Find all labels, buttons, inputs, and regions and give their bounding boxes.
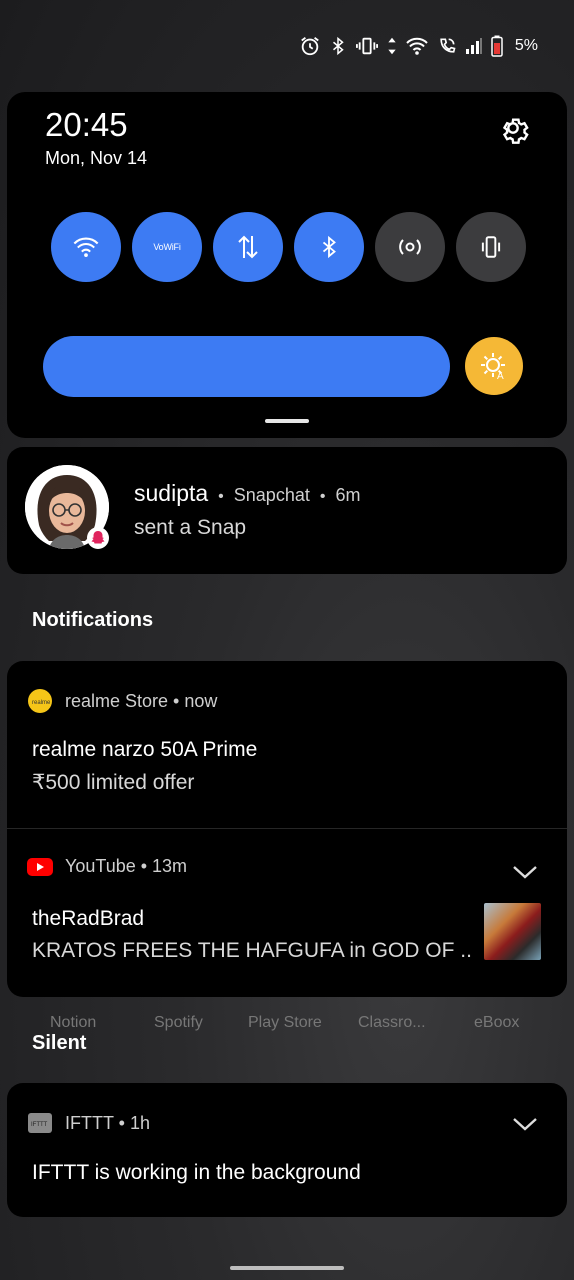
- app-name: Snapchat: [233, 485, 310, 505]
- status-bar: 5%: [299, 30, 538, 62]
- data-arrows-icon: [238, 235, 258, 259]
- bluetooth-icon: [332, 36, 344, 56]
- gesture-nav-bar[interactable]: [230, 1266, 344, 1270]
- ifttt-notification[interactable]: IFTTT IFTTT • 1h IFTTT is working in the…: [7, 1083, 567, 1217]
- notifications-section-label: Notifications: [32, 609, 154, 631]
- app-header-text: YouTube • 13m: [65, 856, 188, 876]
- dock-label: Classro...: [358, 1014, 426, 1031]
- vibrate-icon: [355, 37, 378, 55]
- app-header-text: IFTTT • 1h: [65, 1112, 150, 1133]
- battery-low-icon: [491, 35, 503, 57]
- tile-vibrate[interactable]: [456, 212, 526, 282]
- video-thumbnail: [484, 903, 541, 960]
- notification-title: IFTTT is working in the background: [32, 1161, 361, 1184]
- dock-label: Play Store: [248, 1014, 322, 1031]
- realme-store-icon: realme: [28, 689, 52, 713]
- clock[interactable]: 20:45: [45, 106, 128, 144]
- auto-brightness-icon: A: [481, 353, 505, 382]
- notification-header: realme realme Store • now: [27, 688, 217, 714]
- notification-time: 6m: [335, 485, 361, 505]
- silent-section-label: Silent: [32, 1032, 87, 1054]
- bluetooth-icon: [322, 235, 336, 259]
- notification-title: theRadBrad: [32, 907, 145, 930]
- app-header-text: realme Store • now: [65, 690, 218, 711]
- tile-bluetooth[interactable]: [294, 212, 364, 282]
- separator-dot: •: [319, 488, 326, 505]
- svg-text:A: A: [497, 371, 504, 382]
- ifttt-icon: IFTTT: [28, 1113, 52, 1133]
- drag-handle[interactable]: [265, 419, 309, 423]
- notification-text: ₹500 limited offer: [32, 771, 195, 794]
- snapchat-badge: [87, 527, 109, 549]
- chevron-down-icon[interactable]: [511, 862, 539, 882]
- dock-label: Spotify: [154, 1014, 203, 1031]
- realme-store-notification[interactable]: realme realme Store • now realme narzo 5…: [7, 661, 567, 828]
- tile-hotspot[interactable]: [375, 212, 445, 282]
- dock-label: eBoox: [474, 1014, 520, 1031]
- notifications-group: realme realme Store • now realme narzo 5…: [7, 661, 567, 997]
- data-arrows-icon: [388, 37, 396, 55]
- snapchat-ghost-icon: [91, 531, 105, 544]
- snap-message: sent a Snap: [134, 516, 247, 539]
- sender-name: sudipta: [134, 480, 209, 506]
- hotspot-icon: [399, 239, 421, 255]
- battery-percent: 5%: [514, 37, 538, 54]
- snapchat-notification[interactable]: sudipta • Snapchat • 6m sent a Snap: [7, 447, 567, 574]
- separator-dot: •: [218, 488, 224, 505]
- date[interactable]: Mon, Nov 14: [45, 148, 147, 169]
- snap-header: sudipta • Snapchat • 6m: [134, 480, 360, 507]
- brightness-slider[interactable]: [43, 336, 450, 397]
- dock-label: Notion: [50, 1014, 97, 1031]
- youtube-notification[interactable]: YouTube • 13m theRadBrad KRATOS FREES TH…: [7, 829, 567, 997]
- alarm-icon: [301, 37, 319, 56]
- vowifi-label: VoWiFi: [153, 242, 181, 252]
- notification-header: IFTTT IFTTT • 1h: [27, 1111, 150, 1135]
- wifi-icon: [73, 237, 99, 258]
- svg-text:realme: realme: [32, 700, 51, 706]
- chevron-down-icon[interactable]: [511, 1114, 539, 1134]
- wifi-calling-icon: [440, 38, 456, 53]
- notification-title: realme narzo 50A Prime: [32, 738, 258, 761]
- quick-tiles: VoWiFi: [51, 212, 526, 282]
- notification-header: YouTube • 13m: [27, 856, 187, 877]
- tile-mobile-data[interactable]: [213, 212, 283, 282]
- quick-settings-panel: 20:45 Mon, Nov 14 VoWiFi A: [7, 92, 567, 438]
- vibrate-icon: [481, 236, 501, 258]
- auto-brightness-button[interactable]: A: [465, 337, 523, 395]
- svg-text:IFTTT: IFTTT: [31, 1122, 48, 1128]
- tile-wifi[interactable]: [51, 212, 121, 282]
- notification-text: KRATOS FREES THE HAFGUFA in GOD OF ..: [32, 939, 472, 962]
- tile-vowifi[interactable]: VoWiFi: [132, 212, 202, 282]
- settings-gear-icon[interactable]: [497, 112, 529, 144]
- youtube-icon: [27, 857, 53, 876]
- wifi-icon: [406, 37, 428, 55]
- signal-icon: [465, 38, 482, 54]
